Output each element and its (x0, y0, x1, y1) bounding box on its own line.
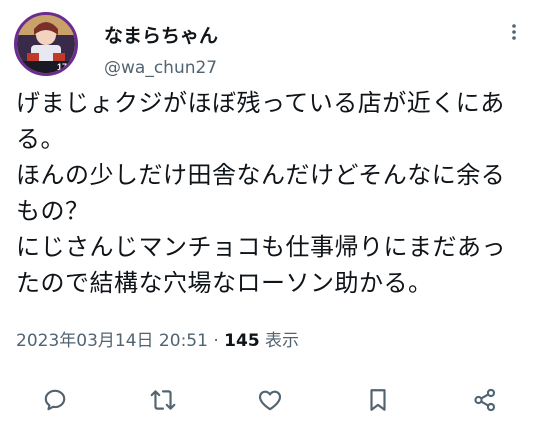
tweet-text-line: にじさんじマンチョコも仕事帰りにまだあっ (16, 233, 506, 261)
retweet-button[interactable] (148, 385, 178, 415)
display-name[interactable]: なまらちゃん (104, 21, 218, 48)
views-label: 表示 (259, 331, 300, 351)
tweet-text-line: げまじょクジがほぼ残っている店が近くにあ (16, 89, 505, 117)
user-handle[interactable]: @wa_chun27 (104, 58, 217, 78)
more-dots-icon (512, 24, 516, 40)
retweet-icon (150, 390, 176, 410)
avatar[interactable]: 17 (14, 12, 78, 76)
like-button[interactable] (255, 385, 285, 415)
views-count: 145 (224, 331, 260, 351)
reply-button[interactable] (40, 385, 70, 415)
reply-icon (44, 389, 66, 411)
tweet-text-line: もの？ (16, 197, 90, 225)
svg-text:17: 17 (57, 62, 67, 72)
share-icon (474, 388, 496, 412)
heart-icon (258, 390, 282, 411)
tweet-text-line: る。 (16, 125, 65, 153)
bookmark-icon (370, 389, 386, 411)
share-button[interactable] (470, 385, 500, 415)
meta-separator: · (207, 331, 225, 351)
tweet-card: 17 なまらちゃん @wa_chun27 げまじょクジがほぼ残っている店が近くに… (0, 0, 540, 431)
timestamp[interactable]: 2023年03月14日 20:51 (16, 331, 208, 351)
action-bar (0, 385, 540, 419)
avatar-image: 17 (17, 15, 75, 73)
bookmark-button[interactable] (363, 385, 393, 415)
tweet-text-line: たので結構な穴場なローソン助かる。 (16, 269, 433, 297)
tweet-text: げまじょクジがほぼ残っている店が近くにあ る。 ほんの少しだけ田舎なんだけどそん… (16, 85, 531, 301)
tweet-text-line: ほんの少しだけ田舎なんだけどそんなに余る (16, 161, 506, 189)
tweet-meta: 2023年03月14日 20:51 · 145 表示 (16, 326, 299, 351)
more-options-button[interactable] (504, 22, 524, 42)
